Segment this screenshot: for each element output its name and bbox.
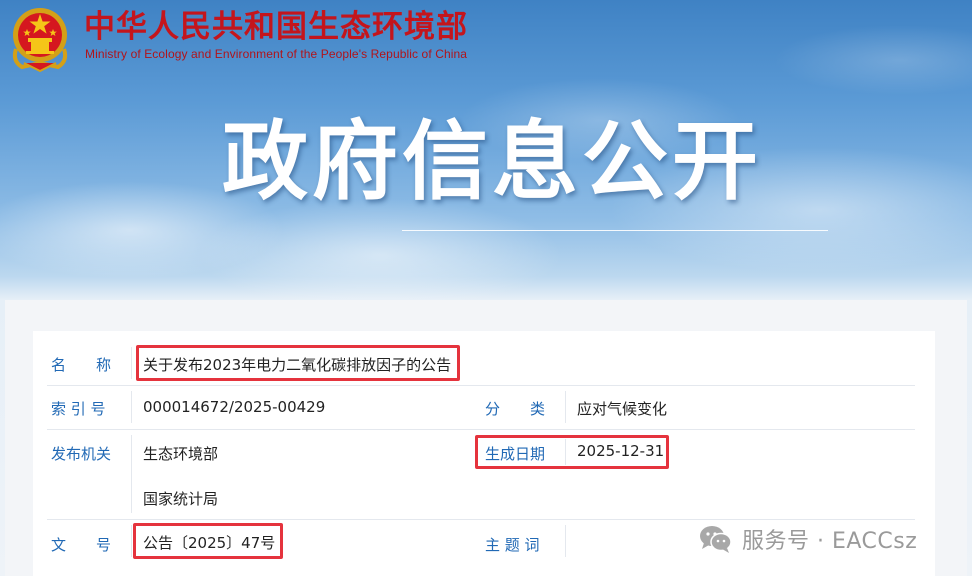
column-divider [565,525,566,557]
category-label: 分 类 [485,400,546,418]
category-value: 应对气候变化 [577,400,668,418]
doc-number-label: 文 号 [51,536,112,554]
issuer-value-1: 生态环境部 [143,445,219,463]
row-index: 索 引 号 000014672/2025-00429 分 类 应对气候变化 [47,385,915,430]
site-subtitle: Ministry of Ecology and Environment of t… [85,47,468,61]
row-name: 名 称 关于发布2023年电力二氧化碳排放因子的公告 [47,341,915,386]
issuer-label: 发布机关 [51,445,112,463]
banner-title: 政府信息公开 [222,112,762,212]
watermark: 服务号 · EACCsz [698,521,917,557]
date-label: 生成日期 [485,445,546,463]
column-divider [131,347,132,379]
column-divider [131,391,132,423]
name-label: 名 称 [51,356,112,374]
date-value: 2025-12-31 [577,442,665,460]
watermark-text: 服务号 · EACCsz [742,529,918,554]
column-divider [565,439,566,465]
national-emblem-icon [12,8,68,73]
doc-number-value: 公告〔2025〕47号 [143,534,276,552]
name-value: 关于发布2023年电力二氧化碳排放因子的公告 [143,356,452,374]
banner-divider [402,230,828,231]
index-value: 000014672/2025-00429 [143,398,326,416]
index-label: 索 引 号 [51,400,106,418]
wechat-icon [700,526,732,553]
row-issuer: 发布机关 生态环境部 国家统计局 生成日期 2025-12-31 [47,429,915,520]
issuer-value-2: 国家统计局 [143,490,219,508]
column-divider [565,391,566,423]
column-divider [131,435,132,513]
site-title[interactable]: 中华人民共和国生态环境部 [84,8,468,46]
column-divider [131,525,132,557]
subject-label: 主 题 词 [485,536,540,554]
